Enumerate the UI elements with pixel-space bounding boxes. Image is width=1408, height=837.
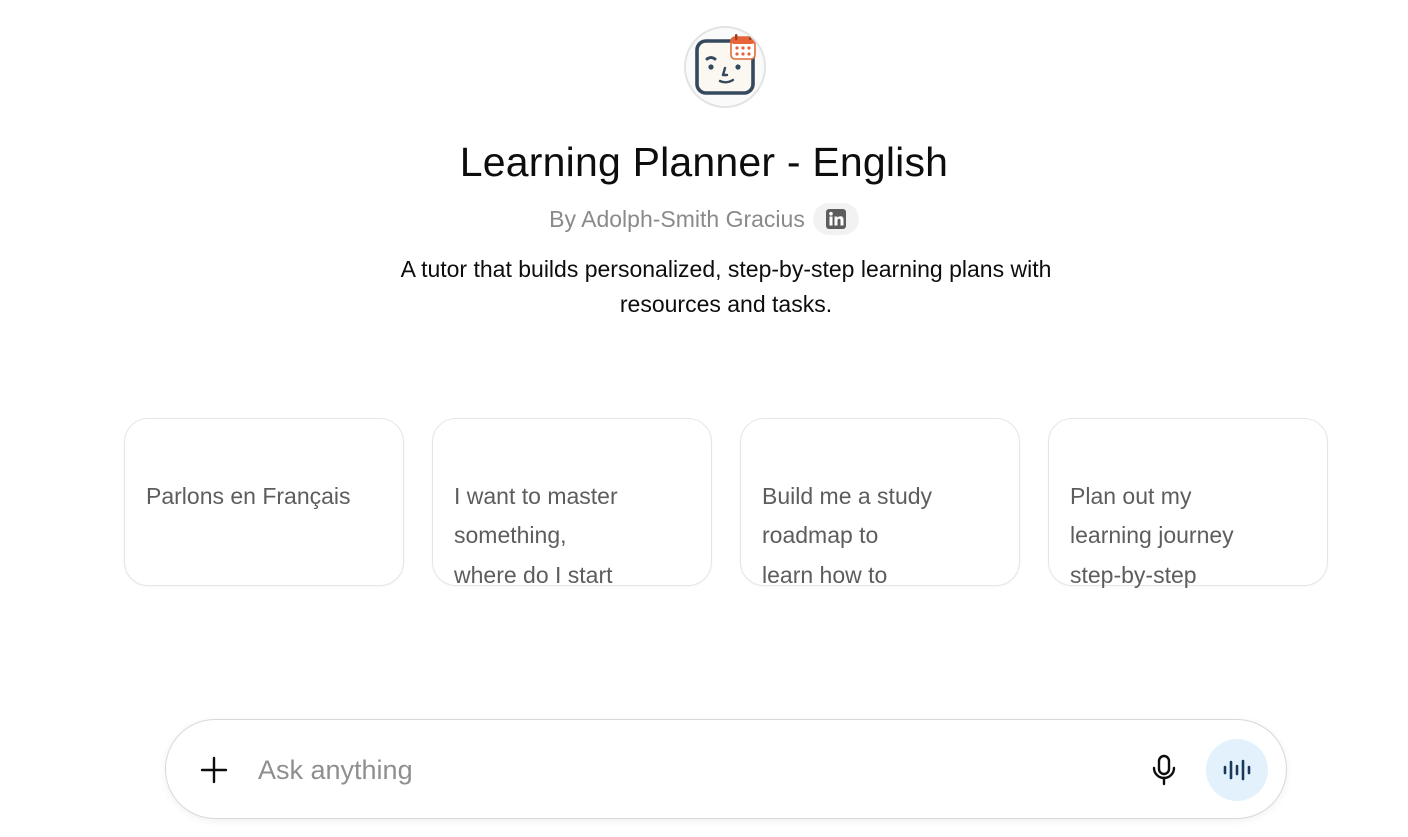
starter-label: I want to master something, where do I s… bbox=[454, 482, 618, 588]
starter-card[interactable]: I want to master something, where do I s… bbox=[432, 418, 712, 588]
ask-input[interactable] bbox=[258, 748, 1118, 792]
starter-card[interactable]: Build me a study roadmap to learn how to bbox=[740, 418, 1020, 588]
gpt-landing-page: Learning Planner - English By Adolph-Smi… bbox=[0, 0, 1408, 837]
starter-card[interactable]: Parlons en Français bbox=[124, 418, 404, 586]
starter-label: Build me a study roadmap to learn how to bbox=[762, 482, 933, 588]
microphone-icon bbox=[1152, 754, 1176, 786]
starter-label: Plan out my learning journey step-by-ste… bbox=[1070, 482, 1234, 588]
voice-mode-icon bbox=[1223, 759, 1251, 781]
linkedin-link[interactable] bbox=[812, 203, 859, 235]
author-byline: By Adolph-Smith Gracius bbox=[0, 203, 1408, 235]
gpt-title: Learning Planner - English bbox=[459, 139, 949, 185]
attach-button[interactable] bbox=[190, 746, 238, 794]
starter-label: Parlons en Français bbox=[146, 482, 351, 509]
voice-mode-button[interactable] bbox=[1206, 739, 1268, 801]
gpt-avatar bbox=[684, 26, 766, 108]
message-composer bbox=[165, 719, 1287, 819]
starter-card[interactable]: Plan out my learning journey step-by-ste… bbox=[1048, 418, 1328, 588]
dictate-button[interactable] bbox=[1140, 746, 1188, 794]
linkedin-icon bbox=[825, 209, 846, 229]
author-name: By Adolph-Smith Gracius bbox=[549, 206, 805, 232]
face-calendar-icon bbox=[695, 34, 756, 95]
gpt-description: A tutor that builds personalized, step-b… bbox=[400, 256, 1052, 317]
plus-icon bbox=[200, 756, 228, 784]
